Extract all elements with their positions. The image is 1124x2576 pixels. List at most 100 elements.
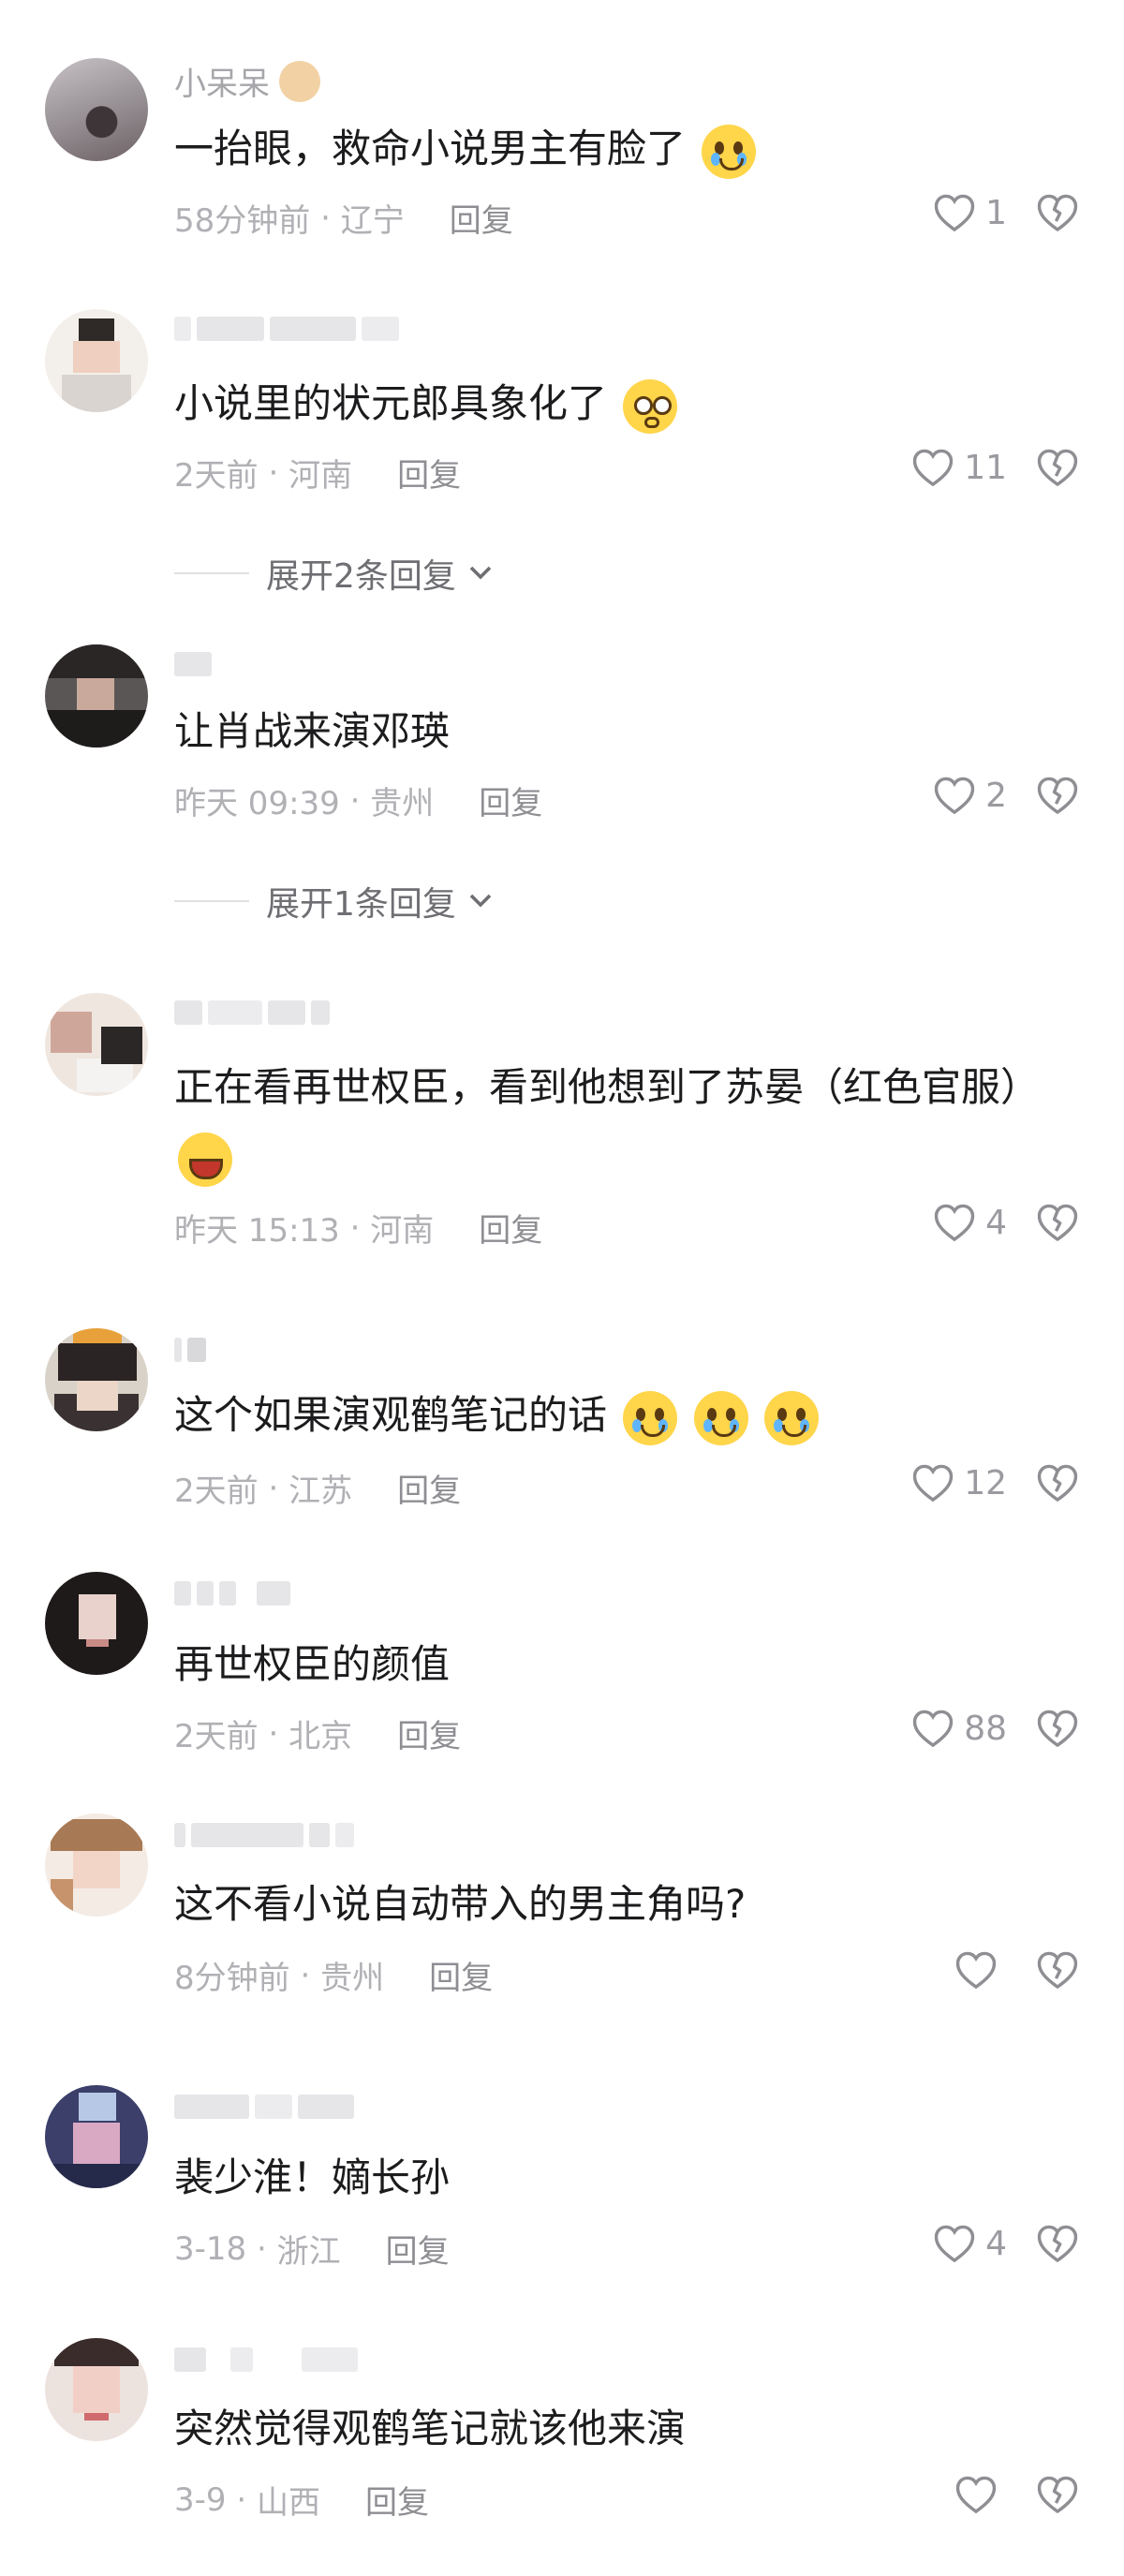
dislike-button[interactable]	[1036, 1950, 1079, 1993]
grinning-squint-emoji-icon	[178, 1132, 232, 1187]
heart-outline-icon	[934, 777, 975, 815]
like-count: 4	[985, 1203, 1007, 1242]
dislike-button[interactable]	[1036, 2475, 1079, 2518]
reply-button[interactable]: 回复	[450, 195, 513, 241]
reply-button[interactable]: 回复	[429, 1952, 493, 1998]
username[interactable]	[174, 1823, 354, 1847]
heart-outline-icon	[955, 1951, 997, 1990]
crying-face-emoji-icon	[764, 1390, 820, 1445]
broken-heart-icon	[1037, 194, 1078, 231]
reply-button[interactable]: 回复	[397, 1710, 461, 1756]
like-button[interactable]: 4	[933, 2224, 1007, 2263]
dislike-button[interactable]	[1036, 193, 1079, 236]
heart-outline-icon	[912, 1710, 954, 1748]
like-button[interactable]: 1	[933, 193, 1007, 232]
crying-face-emoji-icon	[623, 1390, 678, 1445]
broken-heart-icon	[1037, 1951, 1078, 1989]
broken-heart-icon	[1037, 777, 1078, 814]
like-button[interactable]: 88	[911, 1709, 1007, 1748]
crying-face-emoji-icon	[702, 124, 757, 179]
username[interactable]	[174, 652, 212, 676]
comment-meta: 2天前 · 河南 回复	[174, 450, 461, 496]
heart-outline-icon	[934, 2225, 975, 2263]
username[interactable]	[174, 1000, 330, 1025]
like-count: 4	[985, 2224, 1007, 2263]
comment-text: 再世权臣的颜值	[174, 1641, 451, 1687]
expand-replies-button[interactable]: 展开2条回复	[174, 549, 494, 598]
comment-text: 正在看再世权臣，看到他想到了苏晏（红色官服）	[174, 1053, 1055, 1192]
avatar[interactable]	[45, 2338, 148, 2441]
chevron-down-icon	[469, 894, 492, 908]
username[interactable]	[174, 1338, 206, 1362]
reply-button[interactable]: 回复	[365, 2477, 429, 2523]
avatar[interactable]	[45, 1572, 148, 1675]
dislike-button[interactable]	[1036, 776, 1079, 819]
dislike-button[interactable]	[1036, 1463, 1079, 1506]
comment-meta: 昨天 15:13 · 河南 回复	[174, 1205, 542, 1251]
chevron-down-icon	[469, 566, 492, 580]
broken-heart-icon	[1037, 2476, 1078, 2513]
dislike-button[interactable]	[1036, 448, 1079, 491]
comment-meta: 58分钟前 · 辽宁 回复	[174, 195, 513, 241]
comment-text: 这不看小说自动带入的男主角吗?	[174, 1881, 747, 1927]
broken-heart-icon	[1037, 2225, 1078, 2262]
flushed-face-emoji-icon	[623, 378, 678, 434]
divider	[174, 900, 249, 902]
comment-text: 让肖战来演邓瑛	[174, 708, 451, 754]
expand-replies-button[interactable]: 展开1条回复	[174, 877, 494, 925]
avatar[interactable]	[45, 58, 148, 161]
crying-face-emoji-icon	[693, 1390, 748, 1445]
like-count: 88	[964, 1709, 1007, 1748]
heart-outline-icon	[934, 194, 975, 232]
like-count: 12	[964, 1463, 1007, 1503]
username[interactable]	[174, 317, 399, 341]
reply-button[interactable]: 回复	[397, 1465, 461, 1511]
comment-text: 裴少淮！嫡长孙	[174, 2154, 451, 2200]
username[interactable]	[174, 2347, 358, 2372]
like-count: 2	[985, 776, 1007, 815]
comment-meta: 2天前 · 江苏 回复	[174, 1465, 461, 1511]
broken-heart-icon	[1037, 449, 1078, 486]
comment-meta: 3-18 · 浙江 回复	[174, 2226, 450, 2272]
avatar[interactable]	[45, 2085, 148, 2188]
like-button[interactable]	[954, 1950, 1007, 1990]
dislike-button[interactable]	[1036, 2224, 1079, 2267]
broken-heart-icon	[1037, 1464, 1078, 1502]
like-button[interactable]	[954, 2475, 1007, 2514]
heart-outline-icon	[955, 2476, 997, 2514]
like-button[interactable]: 12	[911, 1463, 1007, 1503]
comment-text: 一抬眼，救命小说男主有脸了	[174, 114, 1055, 184]
dislike-button[interactable]	[1036, 1203, 1079, 1246]
broken-heart-icon	[1037, 1710, 1078, 1747]
like-button[interactable]: 11	[911, 448, 1007, 487]
username[interactable]: 小呆呆	[174, 58, 320, 104]
avatar[interactable]	[45, 1328, 148, 1431]
reply-button[interactable]: 回复	[479, 1205, 542, 1251]
heart-outline-icon	[912, 1464, 954, 1503]
comment-text: 这个如果演观鹤笔记的话	[174, 1381, 1055, 1450]
comment-text: 小说里的状元郎具象化了	[174, 369, 1055, 438]
dislike-button[interactable]	[1036, 1709, 1079, 1752]
reply-button[interactable]: 回复	[479, 777, 542, 823]
avatar[interactable]	[45, 644, 148, 748]
heart-outline-icon	[934, 1204, 975, 1242]
divider	[174, 572, 249, 574]
like-count: 11	[964, 448, 1007, 487]
like-button[interactable]: 2	[933, 776, 1007, 815]
comment-meta: 昨天 09:39 · 贵州 回复	[174, 777, 542, 823]
reply-button[interactable]: 回复	[386, 2226, 450, 2272]
like-button[interactable]: 4	[933, 1203, 1007, 1242]
heart-outline-icon	[912, 449, 954, 487]
comment-meta: 3-9 · 山西 回复	[174, 2477, 429, 2523]
username[interactable]	[174, 2095, 354, 2119]
reply-button[interactable]: 回复	[397, 450, 461, 496]
comment-text: 突然觉得观鹤笔记就该他来演	[174, 2406, 687, 2451]
avatar[interactable]	[45, 1814, 148, 1917]
like-count: 1	[985, 193, 1007, 232]
broken-heart-icon	[1037, 1204, 1078, 1241]
comment-meta: 8分钟前 · 贵州 回复	[174, 1952, 493, 1998]
username[interactable]	[174, 1581, 290, 1606]
comment-meta: 2天前 · 北京 回复	[174, 1710, 461, 1756]
avatar[interactable]	[45, 993, 148, 1096]
avatar[interactable]	[45, 309, 148, 412]
